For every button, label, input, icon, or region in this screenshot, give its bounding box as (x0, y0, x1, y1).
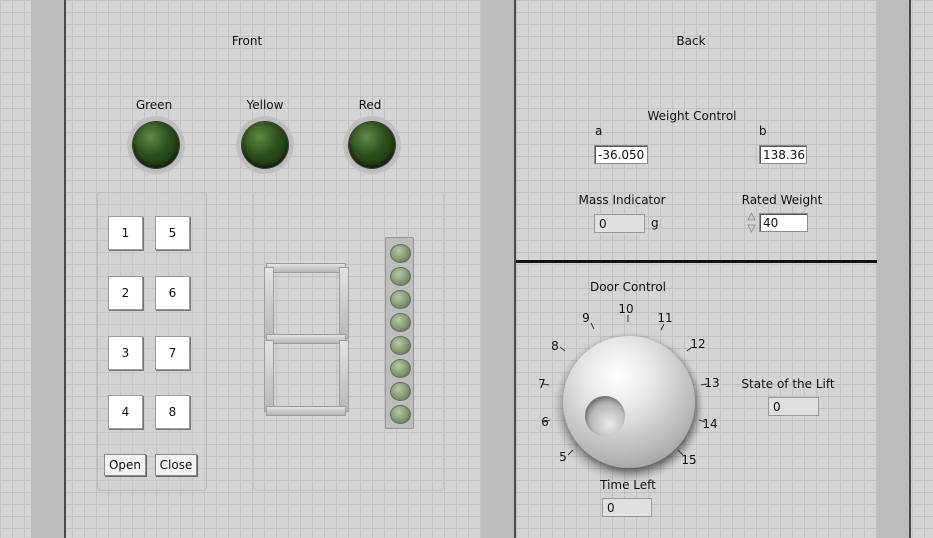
green-light (127, 116, 185, 174)
time-left-value: 0 (602, 498, 652, 517)
green-led-icon (133, 122, 179, 168)
right-divider (909, 0, 911, 538)
time-left-label: Time Left (600, 478, 656, 492)
back-title: Back (676, 34, 706, 48)
dial-label-11: 11 (657, 311, 673, 325)
a-input[interactable]: -36.050 (594, 145, 648, 164)
floor-indicator-leds (385, 237, 414, 429)
dial-label-9: 9 (582, 311, 590, 325)
yellow-light-label: Yellow (246, 98, 284, 112)
rated-weight-stepper[interactable] (746, 211, 757, 234)
mass-unit: g (651, 216, 659, 230)
mass-indicator-label: Mass Indicator (578, 193, 666, 207)
floor-button-8[interactable]: 8 (155, 395, 190, 429)
open-button[interactable]: Open (104, 454, 146, 476)
floor-button-4[interactable]: 4 (108, 395, 143, 429)
dial-label-12: 12 (690, 337, 706, 351)
center-border-band (481, 0, 514, 538)
floor-button-1[interactable]: 1 (108, 216, 143, 250)
stepper-arrows-icon[interactable] (746, 211, 757, 234)
floor-led-icon (390, 244, 411, 263)
floor-led-icon (390, 267, 411, 286)
floor-led-icon (390, 290, 411, 309)
dial-label-8: 8 (551, 339, 559, 353)
floor-button-2[interactable]: 2 (108, 276, 143, 310)
left-divider (64, 0, 66, 538)
red-led-icon (349, 122, 395, 168)
right-border-band (877, 0, 909, 538)
b-input[interactable]: 138.362 (759, 145, 807, 164)
dial-label-14: 14 (702, 417, 718, 431)
floor-button-5[interactable]: 5 (155, 216, 190, 250)
b-label: b (759, 124, 767, 138)
dial-label-7: 7 (538, 377, 546, 391)
red-light (343, 116, 401, 174)
state-of-lift-value: 0 (768, 397, 819, 416)
floor-led-icon (390, 405, 411, 424)
green-light-label: Green (135, 98, 173, 112)
mass-indicator-value: 0 (594, 214, 645, 233)
state-of-lift-label: State of the Lift (741, 377, 835, 391)
door-control-knob[interactable] (563, 336, 695, 468)
dial-label-10: 10 (618, 302, 634, 316)
floor-button-6[interactable]: 6 (155, 276, 190, 310)
rated-weight-label: Rated Weight (741, 193, 823, 207)
close-button[interactable]: Close (155, 454, 197, 476)
left-border-band (31, 0, 64, 538)
dial-label-13: 13 (704, 376, 720, 390)
back-section-divider (516, 260, 877, 263)
floor-led-icon (390, 382, 411, 401)
yellow-light (236, 116, 294, 174)
center-divider (514, 0, 516, 538)
floor-button-3[interactable]: 3 (108, 336, 143, 370)
floor-button-7[interactable]: 7 (155, 336, 190, 370)
dial-label-6: 6 (541, 415, 549, 429)
weight-control-title: Weight Control (647, 109, 737, 123)
a-label: a (595, 124, 603, 138)
floor-led-icon (390, 359, 411, 378)
front-title: Front (231, 34, 263, 48)
seven-segment-display (262, 261, 350, 419)
floor-led-icon (390, 313, 411, 332)
knob-grip-icon[interactable] (585, 396, 625, 436)
floor-led-icon (390, 336, 411, 355)
red-light-label: Red (358, 98, 382, 112)
rated-weight-input[interactable]: 40 (759, 213, 808, 232)
yellow-led-icon (242, 122, 288, 168)
